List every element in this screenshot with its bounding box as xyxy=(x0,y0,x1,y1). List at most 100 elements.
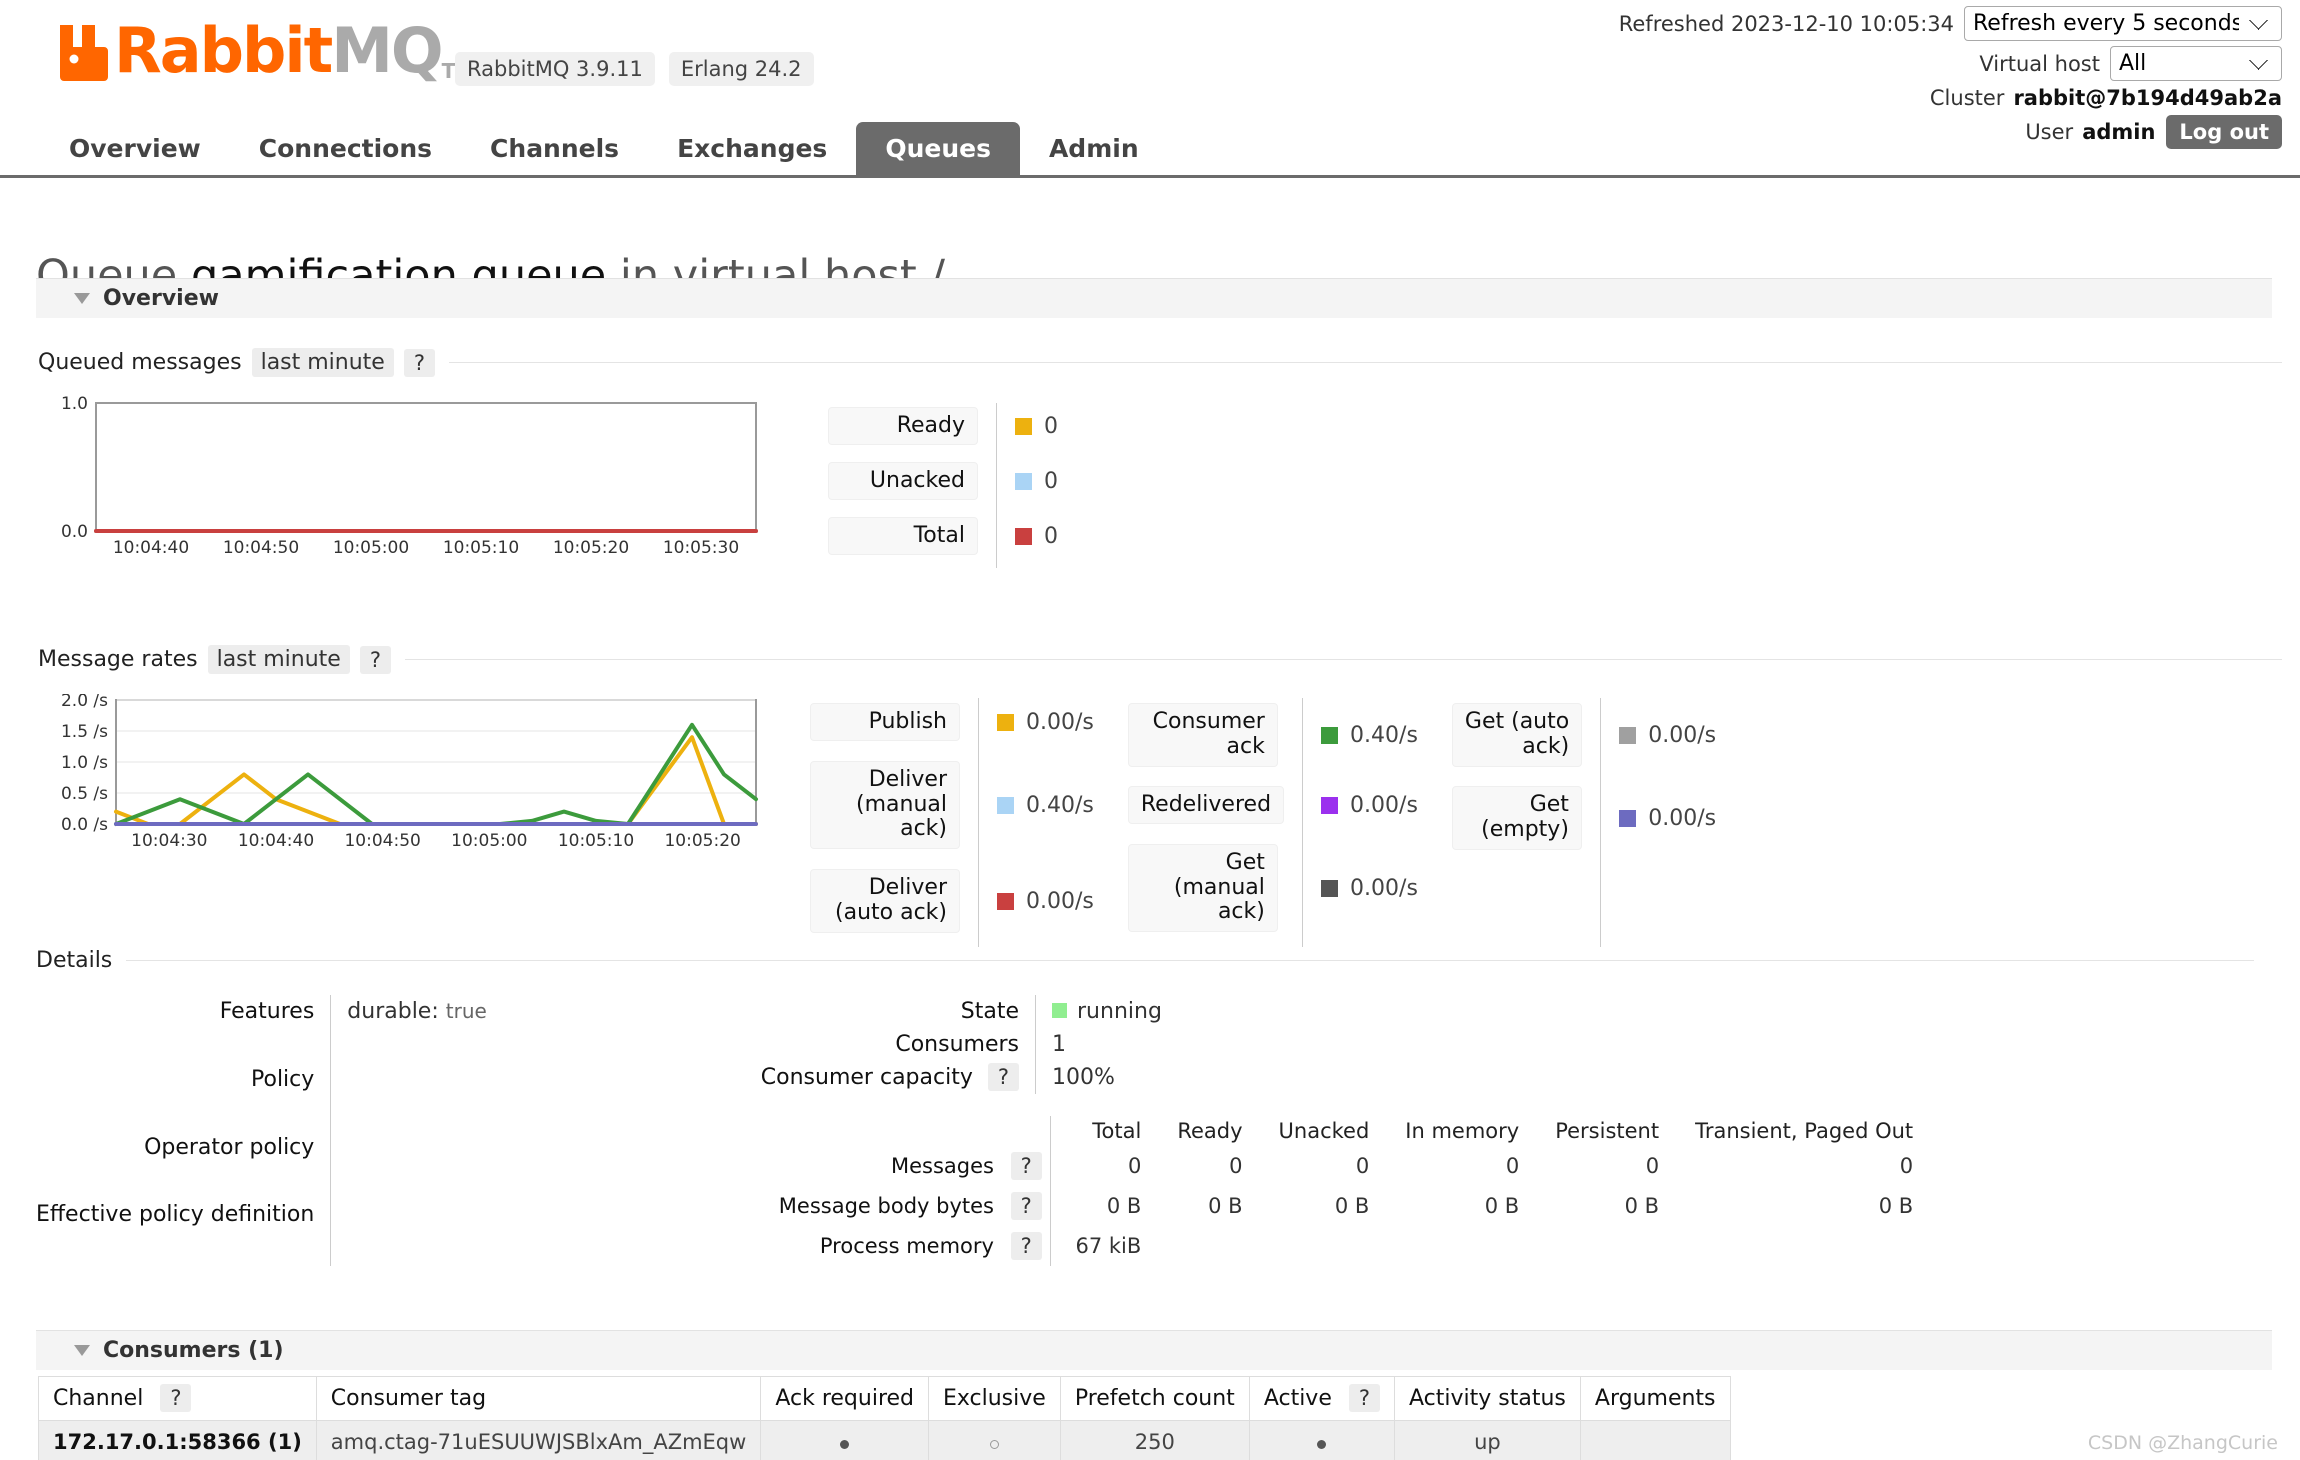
message-rates-help-icon[interactable]: ? xyxy=(359,645,391,674)
consumer-capacity-help-icon[interactable]: ? xyxy=(987,1063,1020,1091)
stats-help-icon[interactable]: ? xyxy=(1010,1232,1042,1260)
svg-text:0.0 /s: 0.0 /s xyxy=(61,815,108,835)
stats-divider xyxy=(1049,1226,1058,1266)
collapse-caret-icon xyxy=(74,293,90,304)
stats-cell: 0 B xyxy=(1334,1194,1370,1218)
filled-dot-icon xyxy=(1317,1440,1327,1449)
stats-help-icon[interactable]: ? xyxy=(1010,1152,1042,1180)
detail-row: Effective policy definition xyxy=(36,1198,581,1266)
legend-label[interactable]: Get (manual ack) xyxy=(1127,844,1278,932)
svg-text:10:05:00: 10:05:00 xyxy=(333,538,409,558)
refreshed-timestamp: Refreshed 2023-12-10 10:05:34 xyxy=(1618,11,1954,36)
detail-value xyxy=(330,1130,581,1199)
stats-cell: 0 B xyxy=(1624,1194,1660,1218)
svg-text:10:05:20: 10:05:20 xyxy=(664,831,740,851)
nav-tab-channels[interactable]: Channels xyxy=(461,122,648,175)
table-row[interactable]: 172.17.0.1:58366 (1) amq.ctag-71uESUUWJSB… xyxy=(38,1420,1731,1460)
legend-color-swatch xyxy=(1619,809,1637,827)
consumers-column-header[interactable]: Arguments xyxy=(1579,1376,1731,1421)
collapse-caret-icon xyxy=(74,1345,90,1356)
queued-messages-help-icon[interactable]: ? xyxy=(403,348,435,377)
consumers-column-header[interactable]: Consumer tag xyxy=(315,1376,762,1421)
rabbitmq-logo[interactable]: RabbitMQTM xyxy=(56,20,475,82)
state-row: State running xyxy=(761,995,1162,1028)
consumers-label: Consumers xyxy=(895,1032,1020,1057)
active-help-icon[interactable]: ? xyxy=(1348,1384,1381,1412)
consumers-column-header[interactable]: Activity status xyxy=(1394,1376,1581,1421)
legend-value-column: 0.40/s 0.00/s 0.00/s xyxy=(1321,698,1418,947)
vhost-row: Virtual host All xyxy=(1619,46,2282,81)
app-header: RabbitMQTM RabbitMQ 3.9.11 Erlang 24.2 R… xyxy=(0,0,2300,180)
stats-column-header: Unacked xyxy=(1278,1119,1370,1143)
nav-tab-queues[interactable]: Queues xyxy=(856,122,1020,175)
legend-label[interactable]: Publish xyxy=(810,702,960,742)
stats-column-header: Persistent xyxy=(1555,1119,1660,1143)
filled-dot-icon xyxy=(840,1440,850,1449)
consumer-tag: amq.ctag-71uESUUWJSBlxAm_AZmEqw xyxy=(315,1420,762,1460)
stats-row-label: Message body bytes ? xyxy=(761,1186,1051,1226)
legend-label[interactable]: Get (auto ack) xyxy=(1451,703,1583,767)
svg-text:10:05:10: 10:05:10 xyxy=(558,831,634,851)
cluster-label: Cluster xyxy=(1929,86,2005,110)
queued-messages-period-chip[interactable]: last minute xyxy=(251,348,394,377)
legend-label[interactable]: Consumer ack xyxy=(1127,703,1278,767)
nav-tab-exchanges[interactable]: Exchanges xyxy=(648,122,856,175)
legend-divider xyxy=(1600,698,1602,947)
refresh-row: Refreshed 2023-12-10 10:05:34 Refresh ev… xyxy=(1619,6,2282,41)
svg-text:10:05:00: 10:05:00 xyxy=(451,831,527,851)
logo-text-rabbit: Rabbit xyxy=(114,14,333,87)
consumers-column-header[interactable]: Exclusive xyxy=(928,1376,1061,1421)
legend-label[interactable]: Get (empty) xyxy=(1451,786,1582,850)
stats-help-icon[interactable]: ? xyxy=(1010,1192,1042,1220)
queued-legend-labels: Ready Unacked Total xyxy=(828,403,978,568)
stats-header-row: Total Ready Unacked In memory Persistent Tran… xyxy=(761,1116,1931,1146)
channel-help-icon[interactable]: ? xyxy=(160,1384,192,1412)
refresh-interval-select[interactable]: Refresh every 5 seconds xyxy=(1964,6,2282,41)
consumers-table: Channel ? Consumer tag Ack required Exclusi… xyxy=(38,1376,1731,1460)
message-rates-legend: Publish Deliver (manual ack) Deliver (auto ac… xyxy=(810,698,1750,947)
message-rates-chart: 0.0 /s 0.5 /s 1.0 /s 1.5 /s 2.0 /s 10:04:30 10… xyxy=(38,694,768,864)
details-subhead: Details xyxy=(36,948,2272,973)
legend-label[interactable]: Deliver (auto ack) xyxy=(810,869,960,933)
consumer-capacity-value: 100% xyxy=(1035,1061,1162,1094)
consumers-column-header[interactable]: Channel ? xyxy=(38,1376,317,1421)
rabbitmq-version-badge: RabbitMQ 3.9.11 xyxy=(455,52,655,86)
detail-value: durable: true xyxy=(330,995,581,1063)
legend-divider xyxy=(978,698,979,947)
consumers-value: 1 xyxy=(1035,1028,1162,1061)
legend-label[interactable]: Unacked xyxy=(828,461,978,501)
queued-legend-values: 0 0 0 xyxy=(1015,403,1058,568)
legend-color-swatch xyxy=(1015,527,1032,545)
message-rates-period-chip[interactable]: last minute xyxy=(207,645,350,674)
stats-cell: 0 xyxy=(1645,1154,1660,1178)
detail-row: Operator policy xyxy=(36,1130,581,1199)
legend-color-swatch xyxy=(1619,726,1637,744)
nav-tab-admin[interactable]: Admin xyxy=(1020,122,1168,175)
stats-cell: 0 B xyxy=(1208,1194,1243,1218)
legend-label[interactable]: Redelivered xyxy=(1127,785,1285,825)
message-rates-legend-column-3: Get (auto ack) Get (empty) 0.00/s 0.00/s xyxy=(1451,698,1716,947)
stats-cell: 0 xyxy=(1899,1154,1914,1178)
virtual-host-select[interactable]: All xyxy=(2110,46,2282,81)
legend-label[interactable]: Total xyxy=(828,516,978,556)
legend-color-swatch xyxy=(997,892,1014,910)
consumer-capacity-row: Consumer capacity ? 100% xyxy=(761,1061,1162,1094)
consumers-row: Consumers 1 xyxy=(761,1028,1162,1061)
consumers-column-header[interactable]: Active ? xyxy=(1248,1376,1396,1421)
logo-text-mq: MQ xyxy=(331,14,443,87)
svg-text:1.0 /s: 1.0 /s xyxy=(61,753,108,773)
state-value-cell: running xyxy=(1035,995,1162,1028)
queued-messages-block: Queued messages last minute ? 0.0 1.0 10:0… xyxy=(0,348,2300,568)
stats-cell: 0 B xyxy=(1484,1194,1520,1218)
stats-row: Messages ? 0 0 0 0 0 0 xyxy=(761,1146,1931,1186)
message-rates-title: Message rates xyxy=(38,647,198,672)
nav-tab-overview[interactable]: Overview xyxy=(40,122,230,175)
legend-value: 0 xyxy=(1015,469,1058,494)
legend-label[interactable]: Ready xyxy=(828,406,978,446)
stats-row-label: Process memory ? xyxy=(761,1226,1051,1266)
nav-tab-connections[interactable]: Connections xyxy=(230,122,461,175)
legend-label[interactable]: Deliver (manual ack) xyxy=(810,761,960,849)
consumers-column-header[interactable]: Prefetch count xyxy=(1059,1376,1250,1421)
overview-section-header[interactable]: Overview xyxy=(36,278,2272,318)
consumers-column-header[interactable]: Ack required xyxy=(760,1376,929,1421)
